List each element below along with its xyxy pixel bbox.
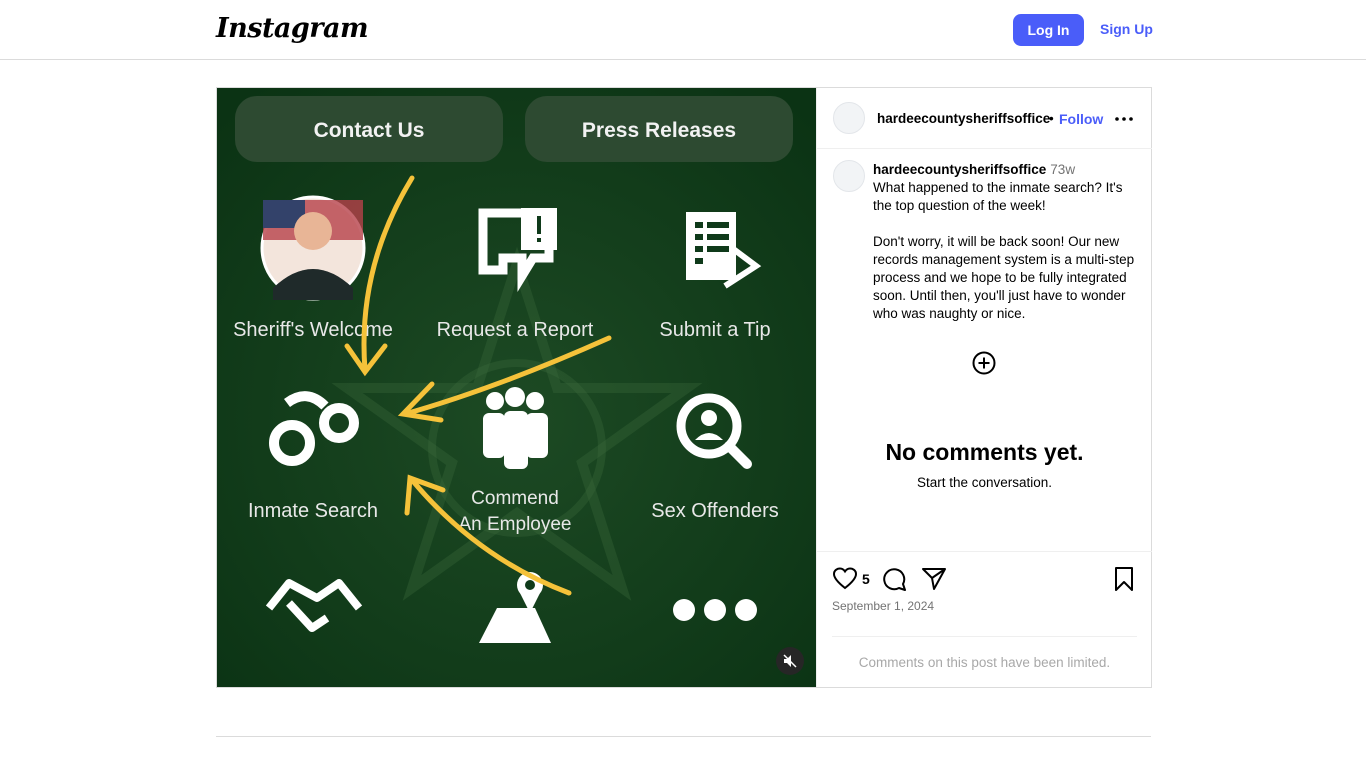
press-releases-label: Press Releases <box>582 119 736 142</box>
comments-limited-notice: Comments on this post have been limited. <box>858 655 1111 670</box>
video-frame: Contact Us Press Releases Sheriff's Welc… <box>217 88 816 687</box>
caption-avatar[interactable] <box>833 160 865 192</box>
share-icon[interactable] <box>921 566 947 592</box>
post-actions: 5 September 1, 2024 Comments on this pos… <box>817 551 1152 687</box>
post-header: hardeecountysheriffsoffice • Follow <box>817 88 1152 149</box>
login-button[interactable]: Log In <box>1013 14 1084 46</box>
comment-icon[interactable] <box>881 566 907 592</box>
mute-button[interactable] <box>776 647 804 675</box>
inmate-search-label: Inmate Search <box>248 500 378 522</box>
instagram-logo[interactable]: Instagram <box>216 13 369 44</box>
divider <box>832 636 1137 637</box>
top-nav: Instagram Log In Sign Up <box>0 0 1366 60</box>
post-username[interactable]: hardeecountysheriffsoffice <box>877 111 1050 126</box>
sheriff-photo <box>260 195 366 301</box>
bookmark-icon[interactable] <box>1111 566 1137 592</box>
commend-label: Commend <box>471 488 559 509</box>
contact-us-label: Contact Us <box>314 119 425 142</box>
post-video[interactable]: Contact Us Press Releases Sheriff's Welc… <box>217 88 816 687</box>
caption: hardeecountysheriffsoffice 73w What happe… <box>873 161 1139 323</box>
people-icon <box>483 387 548 469</box>
separator-dot: • <box>1049 111 1054 126</box>
sheriffs-welcome-label: Sheriff's Welcome <box>233 319 393 341</box>
more-options-icon[interactable] <box>1113 108 1135 130</box>
no-comments-subtitle: Start the conversation. <box>916 475 1053 490</box>
profile-avatar[interactable] <box>833 102 865 134</box>
caption-text: What happened to the inmate search? It's… <box>873 180 1135 321</box>
post-date[interactable]: September 1, 2024 <box>832 599 934 613</box>
request-report-label: Request a Report <box>437 319 594 341</box>
load-more-comments-icon[interactable] <box>972 351 996 375</box>
submit-tip-label: Submit a Tip <box>659 319 770 341</box>
heart-icon[interactable] <box>832 566 858 592</box>
no-comments-title: No comments yet. <box>885 439 1084 465</box>
post-card: Contact Us Press Releases Sheriff's Welc… <box>216 87 1152 688</box>
signup-link[interactable]: Sign Up <box>1100 21 1153 37</box>
footer-divider <box>216 736 1151 737</box>
post-sidebar: hardeecountysheriffsoffice • Follow hard… <box>816 88 1152 687</box>
an-employee-label: An Employee <box>458 514 571 535</box>
follow-button[interactable]: Follow <box>1059 111 1103 127</box>
sex-offenders-label: Sex Offenders <box>651 500 778 522</box>
caption-username[interactable]: hardeecountysheriffsoffice <box>873 162 1046 177</box>
like-count[interactable]: 5 <box>862 571 870 587</box>
more-dots-icon <box>673 599 757 621</box>
speaker-muted-icon <box>783 654 797 668</box>
caption-time: 73w <box>1050 162 1076 177</box>
